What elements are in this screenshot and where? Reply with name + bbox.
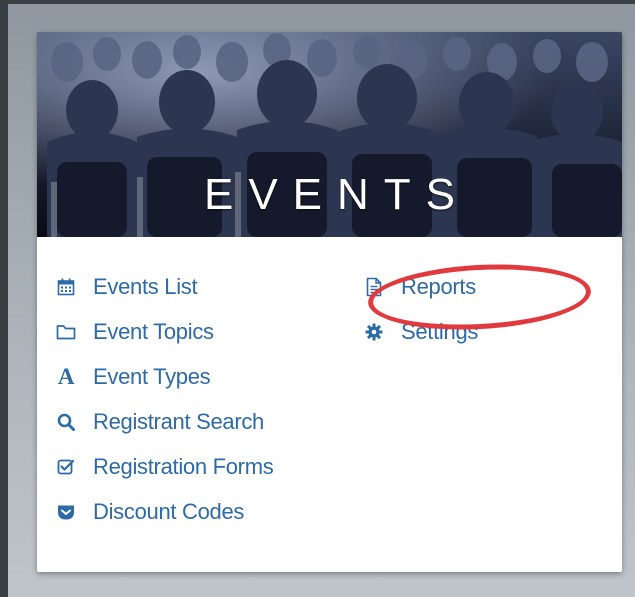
menu-item-label: Registrant Search (93, 408, 264, 434)
menu-item-event-topics[interactable]: Event Topics (55, 309, 273, 354)
tag-pocket-icon (55, 501, 77, 523)
menu-item-events-list[interactable]: Events List (55, 264, 273, 309)
letter-a-icon: A (57, 363, 75, 389)
menu-item-registration-forms[interactable]: Registration Forms (55, 444, 274, 489)
menu-item-discount-codes[interactable]: Discount Codes (55, 489, 273, 534)
banner-title: EVENTS (203, 170, 471, 219)
menu-item-registrant-search[interactable]: Registrant Search (55, 399, 273, 444)
menu-item-reports[interactable]: Reports (363, 264, 478, 309)
menu-item-event-types[interactable]: A Event Types (55, 354, 273, 399)
events-card: EVENTS Events List Event Topics A Event … (37, 32, 622, 572)
menu-item-label: Event Topics (93, 318, 214, 344)
window-frame-left (0, 0, 8, 597)
menu-right-column: Reports Settings (363, 264, 478, 354)
menu-item-label: Reports (401, 273, 476, 299)
gear-icon (363, 321, 385, 343)
calendar-icon (55, 276, 77, 298)
events-banner: EVENTS (37, 32, 622, 237)
checkbox-icon (55, 456, 77, 478)
folder-icon (55, 321, 77, 343)
document-icon (363, 276, 385, 298)
menu-item-label: Events List (93, 273, 198, 299)
menu-item-settings[interactable]: Settings (363, 309, 478, 354)
menu-item-label: Discount Codes (93, 498, 245, 524)
menu-item-label: Event Types (93, 363, 211, 389)
search-icon (55, 411, 77, 433)
window-frame-top (0, 0, 635, 4)
menu-left-column: Events List Event Topics A Event Types R… (55, 264, 274, 534)
menu-item-label: Registration Forms (93, 453, 274, 479)
menu-item-label: Settings (401, 318, 479, 344)
